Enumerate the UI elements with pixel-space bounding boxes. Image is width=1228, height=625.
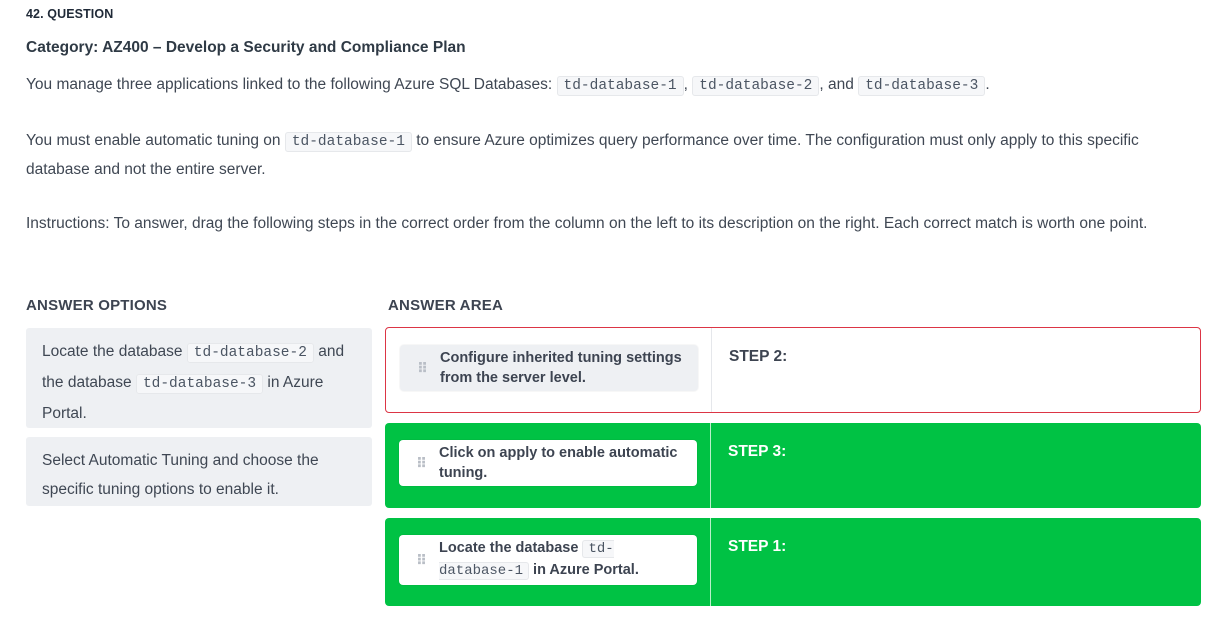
question-number: 42. QUESTION bbox=[26, 7, 114, 21]
answer-slot-3[interactable]: ⠿ Locate the database td-database-1 in A… bbox=[385, 518, 710, 606]
code-td-database-1: td-database-1 bbox=[556, 76, 684, 96]
question-paragraph-2: You must enable automatic tuning on td-d… bbox=[26, 127, 1206, 184]
answer-option-2[interactable]: Select Automatic Tuning and choose the s… bbox=[26, 437, 372, 506]
answer-chip-2[interactable]: ⠿ Click on apply to enable automatic tun… bbox=[399, 440, 697, 486]
code-td-database-3: td-database-3 bbox=[135, 374, 264, 394]
answer-slot-2[interactable]: ⠿ Click on apply to enable automatic tun… bbox=[385, 423, 710, 508]
question-paragraph-1: You manage three applications linked to … bbox=[26, 71, 1206, 100]
answer-description-3: STEP 1: bbox=[711, 518, 1201, 606]
code-td-database-2: td-database-2 bbox=[692, 76, 820, 96]
drag-handle-icon[interactable]: ⠿ bbox=[416, 455, 428, 471]
answer-row-3[interactable]: ⠿ Locate the database td-database-1 in A… bbox=[385, 518, 1201, 606]
answer-area-header: ANSWER AREA bbox=[388, 297, 503, 314]
option-2-text: Select Automatic Tuning and choose the s… bbox=[42, 452, 319, 498]
step-label: STEP 2: bbox=[729, 348, 788, 365]
code-td-database-1: td-database-1 bbox=[284, 132, 412, 152]
p1-text: You manage three applications linked to … bbox=[26, 76, 553, 93]
answer-option-1[interactable]: Locate the database td-database-2 and th… bbox=[26, 328, 372, 428]
chip-1-text: Configure inherited tuning settings from… bbox=[440, 350, 682, 386]
chip-3-text-2: in Azure Portal. bbox=[533, 562, 639, 578]
p1-sep1: , bbox=[683, 76, 688, 93]
drag-handle-icon[interactable]: ⠿ bbox=[416, 552, 428, 568]
p1-end: . bbox=[985, 76, 990, 93]
p2-text1: You must enable automatic tuning on bbox=[26, 132, 281, 149]
step-label: STEP 3: bbox=[728, 443, 787, 460]
drag-handle-icon[interactable]: ⠿ bbox=[417, 360, 429, 376]
answer-options-header: ANSWER OPTIONS bbox=[26, 297, 168, 314]
code-td-database-2: td-database-2 bbox=[186, 343, 314, 363]
answer-description-2: STEP 3: bbox=[711, 423, 1201, 508]
answer-slot-1[interactable]: ⠿ Configure inherited tuning settings fr… bbox=[386, 328, 711, 412]
answer-description-1: STEP 2: bbox=[712, 328, 1200, 412]
step-label: STEP 1: bbox=[728, 538, 787, 555]
answer-chip-3[interactable]: ⠿ Locate the database td-database-1 in A… bbox=[399, 535, 697, 585]
question-instructions: Instructions: To answer, drag the follow… bbox=[26, 215, 1148, 232]
answer-row-2[interactable]: ⠿ Click on apply to enable automatic tun… bbox=[385, 423, 1201, 508]
chip-3-text-1: Locate the database bbox=[439, 540, 579, 556]
answer-chip-1[interactable]: ⠿ Configure inherited tuning settings fr… bbox=[400, 345, 698, 391]
code-td-database-3: td-database-3 bbox=[858, 76, 986, 96]
answer-row-1[interactable]: ⠿ Configure inherited tuning settings fr… bbox=[385, 327, 1201, 413]
chip-2-text: Click on apply to enable automatic tunin… bbox=[439, 445, 678, 481]
question-category: Category: AZ400 – Develop a Security and… bbox=[26, 39, 466, 56]
p1-sep2: , and bbox=[819, 76, 854, 93]
option-1-text-1: Locate the database bbox=[42, 343, 183, 360]
